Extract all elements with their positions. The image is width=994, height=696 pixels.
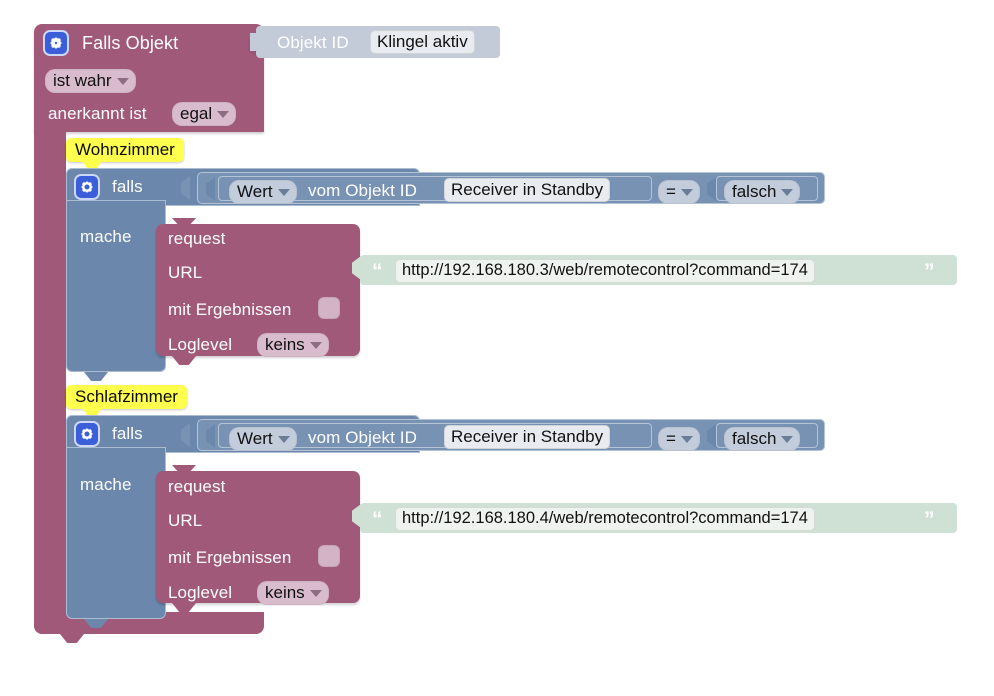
trigger-title: Falls Objekt	[82, 33, 179, 53]
chevron-down-icon	[781, 188, 794, 196]
bool-literal-dropdown-1[interactable]: falsch	[724, 180, 801, 204]
if-label-2: falls	[112, 424, 143, 443]
chevron-down-icon	[680, 435, 693, 443]
loglevel-dropdown-1[interactable]: keins	[257, 333, 329, 357]
bool-literal-value-2: falsch	[732, 429, 777, 448]
quote-open-icon-2: “	[372, 508, 382, 531]
object-id-label: Objekt ID	[277, 33, 349, 52]
chevron-down-icon	[277, 188, 290, 196]
trigger-condition-value: ist wahr	[53, 71, 112, 90]
operator-value-1: =	[666, 182, 676, 201]
request-title-1: request	[168, 229, 226, 248]
trigger-block-bottom-notch	[60, 634, 84, 643]
value-kind-dropdown-1[interactable]: Wert	[229, 180, 297, 204]
bool-literal-value-1: falsch	[732, 182, 777, 201]
if-block-1-spine	[66, 200, 166, 372]
url-label-1: URL	[168, 263, 203, 282]
chevron-down-icon	[217, 110, 230, 118]
request-block-2-bottom-notch	[172, 603, 196, 612]
trigger-block-spine	[34, 120, 66, 628]
loglevel-label-1: Loglevel	[168, 335, 233, 354]
value-kind-dropdown-2[interactable]: Wert	[229, 427, 297, 451]
trigger-condition-dropdown[interactable]: ist wahr	[45, 69, 136, 93]
results-checkbox-2[interactable]	[318, 545, 340, 567]
blockly-workspace[interactable]: Falls Objekt Objekt ID Klingel aktiv ist…	[0, 0, 994, 696]
bool-literal-dropdown-2[interactable]: falsch	[724, 427, 801, 451]
comment-tag-wohnzimmer[interactable]: Wohnzimmer	[66, 138, 184, 162]
do-label-2: mache	[80, 475, 132, 494]
chevron-down-icon	[116, 77, 129, 85]
if-label-1: falls	[112, 177, 143, 196]
value-kind-2: Wert	[237, 429, 273, 448]
loglevel-dropdown-2[interactable]: keins	[257, 581, 329, 605]
chevron-down-icon	[781, 435, 794, 443]
gear-icon[interactable]	[74, 421, 100, 447]
request-block-1-bottom-notch	[172, 356, 196, 365]
chevron-down-icon	[680, 188, 693, 196]
of-object-label-1: vom Objekt ID	[308, 181, 417, 200]
chevron-down-icon	[309, 589, 322, 597]
ack-dropdown[interactable]: egal	[172, 102, 237, 126]
operator-dropdown-2[interactable]: =	[658, 427, 700, 451]
quote-close-icon-1: ”	[924, 260, 934, 283]
value-kind-1: Wert	[237, 182, 273, 201]
compare-object-id-2[interactable]: Receiver in Standby	[444, 425, 611, 449]
request-title-2: request	[168, 477, 226, 496]
results-label-2: mit Ergebnissen	[168, 548, 292, 567]
ack-value: egal	[180, 104, 213, 123]
if-block-1-bottom-notch	[84, 372, 108, 381]
do-label-1: mache	[80, 227, 132, 246]
object-id-value[interactable]: Klingel aktiv	[370, 30, 475, 54]
results-label-1: mit Ergebnissen	[168, 300, 292, 319]
loglevel-value-2: keins	[265, 583, 305, 602]
comment-tag-schlafzimmer[interactable]: Schlafzimmer	[66, 385, 187, 409]
gear-icon[interactable]	[74, 174, 100, 200]
url-label-2: URL	[168, 511, 203, 530]
object-id-block-plug	[250, 33, 260, 51]
loglevel-value-1: keins	[265, 335, 305, 354]
compare-object-id-1[interactable]: Receiver in Standby	[444, 178, 611, 202]
of-object-label-2: vom Objekt ID	[308, 428, 417, 447]
if-block-2-spine	[66, 447, 166, 619]
chevron-down-icon	[277, 435, 290, 443]
operator-dropdown-1[interactable]: =	[658, 180, 700, 204]
loglevel-label-2: Loglevel	[168, 583, 233, 602]
quote-close-icon-2: ”	[924, 508, 934, 531]
quote-open-icon-1: “	[372, 260, 382, 283]
url-value-2[interactable]: http://192.168.180.4/web/remotecontrol?c…	[395, 507, 815, 531]
gear-icon[interactable]	[43, 30, 69, 56]
url-value-1[interactable]: http://192.168.180.3/web/remotecontrol?c…	[395, 259, 815, 283]
operator-value-2: =	[666, 429, 676, 448]
results-checkbox-1[interactable]	[318, 297, 340, 319]
chevron-down-icon	[309, 341, 322, 349]
ack-label: anerkannt ist	[48, 104, 147, 123]
